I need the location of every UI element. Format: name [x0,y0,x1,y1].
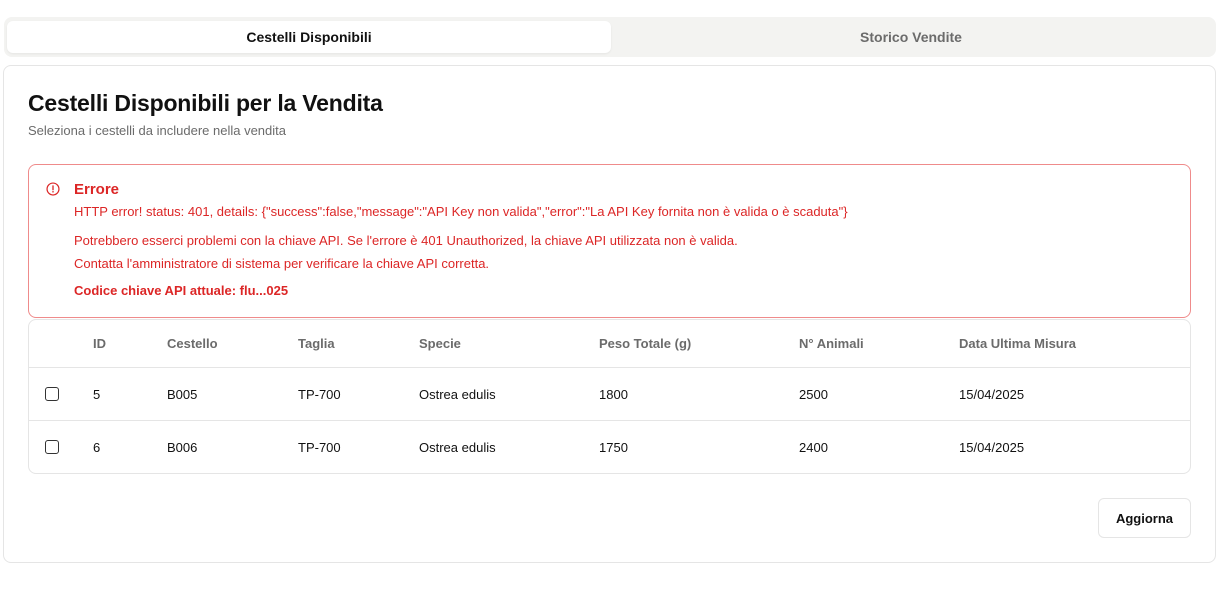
table-header-row: ID Cestello Taglia Specie Peso Totale (g… [29,320,1190,368]
cell-specie: Ostrea edulis [419,439,496,455]
column-header-cestello[interactable]: Cestello [167,320,298,368]
column-header-specie[interactable]: Specie [419,320,599,368]
cell-numero-animali: 2500 [799,367,959,421]
column-header-data-ultima-misura[interactable]: Data Ultima Misura [959,320,1190,368]
error-hint-contact-admin: Contatta l'amministratore di sistema per… [74,256,490,271]
cell-taglia: TP-700 [298,367,419,421]
cell-specie: Ostrea edulis [419,367,599,421]
cell-data-ultima-misura: 15/04/2025 [959,439,1025,455]
column-header-id[interactable]: ID [93,320,167,368]
cell-id: 5 [93,367,167,421]
alert-circle-icon [46,182,60,196]
row-select-cell [29,421,93,474]
cell-cestello: B006 [167,439,198,455]
table-row[interactable]: 6 B006 TP-700 Ostrea edulis 1750 2400 15… [29,421,1190,474]
baskets-table: ID Cestello Taglia Specie Peso Totale (g… [29,320,1190,473]
page-subtitle: Seleziona i cestelli da includere nella … [28,123,286,138]
tab-cestelli-disponibili[interactable]: Cestelli Disponibili [7,21,611,53]
page-title: Cestelli Disponibili per la Vendita [28,90,383,116]
current-api-key-info: Codice chiave API attuale: flu...025 [74,283,289,298]
cell-cestello: B005 [167,367,298,421]
refresh-button[interactable]: Aggiorna [1098,498,1191,538]
cell-id: 6 [93,439,101,455]
tab-storico-vendite[interactable]: Storico Vendite [609,21,1213,53]
cell-taglia: TP-700 [298,439,341,455]
column-header-taglia[interactable]: Taglia [298,320,419,368]
error-alert: Errore HTTP error! status: 401, details:… [28,164,1191,318]
row-checkbox[interactable] [45,387,59,401]
error-title: Errore [74,181,120,198]
error-hint-api-key: Potrebbero esserci problemi con la chiav… [74,233,738,248]
cell-numero-animali: 2400 [799,439,828,455]
column-header-peso-totale[interactable]: Peso Totale (g) [599,320,799,368]
tab-list: Cestelli Disponibili Storico Vendite [4,17,1216,57]
column-header-numero-animali[interactable]: N° Animali [799,320,959,368]
row-checkbox[interactable] [45,440,59,454]
cell-peso-totale: 1750 [599,439,628,455]
cell-data-ultima-misura: 15/04/2025 [959,367,1190,421]
row-select-cell [29,367,93,421]
baskets-table-container: ID Cestello Taglia Specie Peso Totale (g… [28,319,1191,474]
column-header-select [29,320,93,368]
available-baskets-card: Cestelli Disponibili per la Vendita Sele… [3,65,1216,563]
table-row[interactable]: 5 B005 TP-700 Ostrea edulis 1800 2500 15… [29,367,1190,421]
error-message: HTTP error! status: 401, details: {"succ… [74,204,848,219]
cell-peso-totale: 1800 [599,367,799,421]
